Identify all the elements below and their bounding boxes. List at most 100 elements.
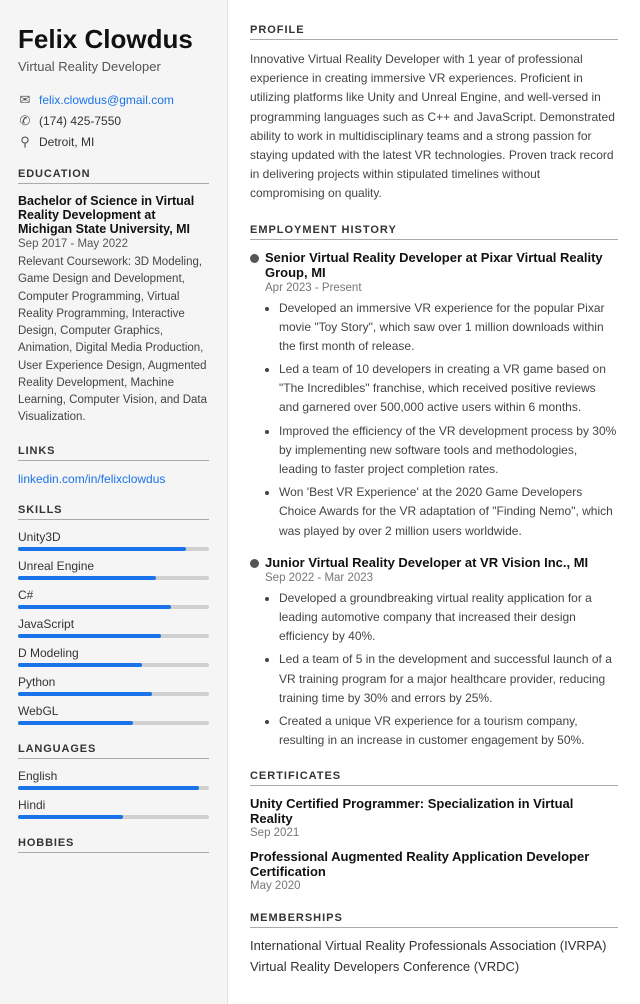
job-bullets: Developed a groundbreaking virtual reali… [265, 589, 618, 751]
skill-name: D Modeling [18, 646, 209, 660]
job-bullets: Developed an immersive VR experience for… [265, 299, 618, 541]
language-bar-bg [18, 786, 209, 790]
skill-bar-bg [18, 576, 209, 580]
profile-text: Innovative Virtual Reality Developer wit… [250, 50, 618, 204]
certificate-entry: Unity Certified Programmer: Specializati… [250, 796, 618, 839]
skill-bar-bg [18, 721, 209, 725]
skills-list: Unity3D Unreal Engine C# JavaScript D Mo… [18, 530, 209, 725]
certificate-entry: Professional Augmented Reality Applicati… [250, 849, 618, 892]
skill-name: Python [18, 675, 209, 689]
job-entry: Junior Virtual Reality Developer at VR V… [250, 555, 618, 751]
memberships-section-title: Memberships [250, 912, 618, 928]
skill-bar-bg [18, 547, 209, 551]
profile-section-title: Profile [250, 24, 618, 40]
links-section: linkedin.com/in/felixclowdus [18, 471, 209, 486]
job-date: Sep 2022 - Mar 2023 [265, 572, 618, 584]
education-degree: Bachelor of Science in Virtual Reality D… [18, 194, 209, 236]
resume-container: Felix Clowdus Virtual Reality Developer … [0, 0, 640, 1004]
sidebar: Felix Clowdus Virtual Reality Developer … [0, 0, 228, 1004]
skill-bar-fill [18, 576, 156, 580]
candidate-title: Virtual Reality Developer [18, 59, 209, 74]
skill-item: JavaScript [18, 617, 209, 638]
skill-item: C# [18, 588, 209, 609]
contact-info: ✉ felix.clowdus@gmail.com ✆ (174) 425-75… [18, 92, 209, 150]
job-title: Junior Virtual Reality Developer at VR V… [265, 555, 588, 570]
links-section-title: Links [18, 445, 209, 461]
languages-list: English Hindi [18, 769, 209, 819]
certificates-list: Unity Certified Programmer: Specializati… [250, 796, 618, 892]
coursework-text: 3D Modeling, Game Design and Development… [18, 256, 207, 423]
certificate-date: Sep 2021 [250, 827, 618, 839]
certificate-name: Unity Certified Programmer: Specializati… [250, 796, 618, 826]
linkedin-link[interactable]: linkedin.com/in/felixclowdus [18, 472, 165, 486]
skill-item: Python [18, 675, 209, 696]
skill-item: D Modeling [18, 646, 209, 667]
skill-name: Unity3D [18, 530, 209, 544]
job-bullet: Improved the efficiency of the VR develo… [279, 422, 618, 480]
job-dot [250, 559, 259, 568]
skill-name: WebGL [18, 704, 209, 718]
language-name: English [18, 769, 209, 783]
location-text: Detroit, MI [39, 135, 94, 149]
membership-item: International Virtual Reality Profession… [250, 938, 618, 953]
skill-bar-fill [18, 692, 152, 696]
candidate-name: Felix Clowdus [18, 24, 209, 55]
languages-section-title: Languages [18, 743, 209, 759]
employment-section-title: Employment History [250, 224, 618, 240]
language-bar-bg [18, 815, 209, 819]
skill-bar-bg [18, 663, 209, 667]
language-name: Hindi [18, 798, 209, 812]
job-bullet: Led a team of 5 in the development and s… [279, 650, 618, 708]
email-link[interactable]: felix.clowdus@gmail.com [39, 93, 174, 107]
contact-location: ⚲ Detroit, MI [18, 134, 209, 150]
skills-section-title: Skills [18, 504, 209, 520]
skill-bar-fill [18, 605, 171, 609]
job-title-line: Junior Virtual Reality Developer at VR V… [250, 555, 618, 570]
language-item: Hindi [18, 798, 209, 819]
certificate-date: May 2020 [250, 880, 618, 892]
job-bullet: Created a unique VR experience for a tou… [279, 712, 618, 750]
skill-bar-fill [18, 547, 186, 551]
language-bar-fill [18, 786, 199, 790]
skill-bar-fill [18, 663, 142, 667]
employment-list: Senior Virtual Reality Developer at Pixa… [250, 250, 618, 751]
certificates-section-title: Certificates [250, 770, 618, 786]
email-icon: ✉ [18, 92, 32, 108]
job-dot [250, 254, 259, 263]
contact-email: ✉ felix.clowdus@gmail.com [18, 92, 209, 108]
education-dates: Sep 2017 - May 2022 [18, 238, 209, 250]
job-title: Senior Virtual Reality Developer at Pixa… [265, 250, 618, 280]
location-icon: ⚲ [18, 134, 32, 150]
skill-item: WebGL [18, 704, 209, 725]
phone-number: (174) 425-7550 [39, 114, 121, 128]
coursework-label: Relevant Coursework: [18, 256, 134, 268]
contact-phone: ✆ (174) 425-7550 [18, 113, 209, 129]
job-date: Apr 2023 - Present [265, 282, 618, 294]
job-bullet: Led a team of 10 developers in creating … [279, 360, 618, 418]
phone-icon: ✆ [18, 113, 32, 129]
skill-bar-fill [18, 721, 133, 725]
job-bullet: Developed an immersive VR experience for… [279, 299, 618, 357]
skill-item: Unreal Engine [18, 559, 209, 580]
job-bullet: Developed a groundbreaking virtual reali… [279, 589, 618, 647]
job-title-line: Senior Virtual Reality Developer at Pixa… [250, 250, 618, 280]
hobbies-section-title: Hobbies [18, 837, 209, 853]
skill-name: C# [18, 588, 209, 602]
skill-bar-bg [18, 692, 209, 696]
education-section-title: Education [18, 168, 209, 184]
membership-item: Virtual Reality Developers Conference (V… [250, 959, 618, 974]
job-entry: Senior Virtual Reality Developer at Pixa… [250, 250, 618, 541]
skill-bar-bg [18, 605, 209, 609]
memberships-list: International Virtual Reality Profession… [250, 938, 618, 974]
job-bullet: Won 'Best VR Experience' at the 2020 Gam… [279, 483, 618, 541]
language-bar-fill [18, 815, 123, 819]
certificate-name: Professional Augmented Reality Applicati… [250, 849, 618, 879]
skill-bar-bg [18, 634, 209, 638]
skill-name: Unreal Engine [18, 559, 209, 573]
main-content: Profile Innovative Virtual Reality Devel… [228, 0, 640, 1004]
skill-item: Unity3D [18, 530, 209, 551]
skill-name: JavaScript [18, 617, 209, 631]
language-item: English [18, 769, 209, 790]
education-coursework: Relevant Coursework: 3D Modeling, Game D… [18, 254, 209, 427]
skill-bar-fill [18, 634, 161, 638]
